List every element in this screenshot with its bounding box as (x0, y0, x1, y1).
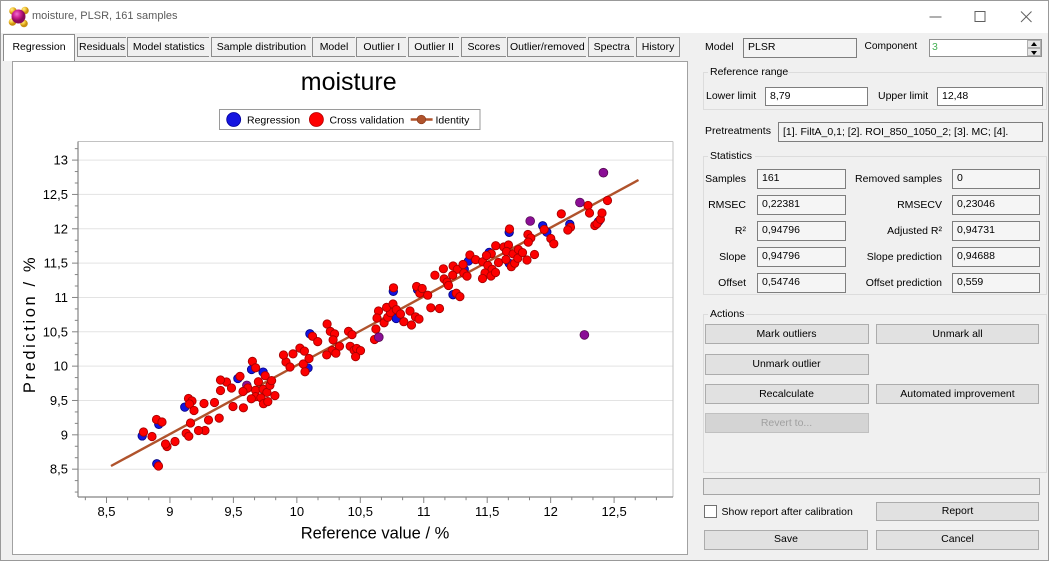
svg-text:9,5: 9,5 (224, 504, 242, 519)
svg-text:10: 10 (290, 504, 304, 519)
svg-text:12,5: 12,5 (43, 186, 68, 201)
svg-text:Identity: Identity (436, 114, 471, 126)
svg-text:8,5: 8,5 (97, 504, 115, 519)
svg-text:moisture: moisture (301, 68, 397, 96)
svg-text:Cross validation: Cross validation (330, 114, 405, 126)
svg-text:8,5: 8,5 (50, 461, 68, 476)
svg-text:12: 12 (543, 504, 557, 519)
svg-text:11,5: 11,5 (44, 255, 68, 270)
svg-text:13: 13 (54, 152, 68, 167)
svg-text:10: 10 (54, 358, 68, 373)
svg-text:9: 9 (61, 427, 68, 442)
svg-text:9,5: 9,5 (50, 393, 68, 408)
svg-text:12: 12 (54, 221, 68, 236)
svg-text:10,5: 10,5 (43, 324, 68, 339)
svg-text:Regression: Regression (247, 114, 300, 126)
svg-text:11: 11 (55, 290, 69, 305)
svg-text:11,5: 11,5 (475, 504, 499, 519)
svg-text:12,5: 12,5 (601, 504, 626, 519)
svg-text:Reference value / %: Reference value / % (301, 524, 450, 542)
svg-text:10,5: 10,5 (348, 504, 373, 519)
svg-text:11: 11 (417, 504, 431, 519)
svg-text:9: 9 (166, 504, 173, 519)
svg-text:Prediction / %: Prediction / % (21, 254, 39, 392)
